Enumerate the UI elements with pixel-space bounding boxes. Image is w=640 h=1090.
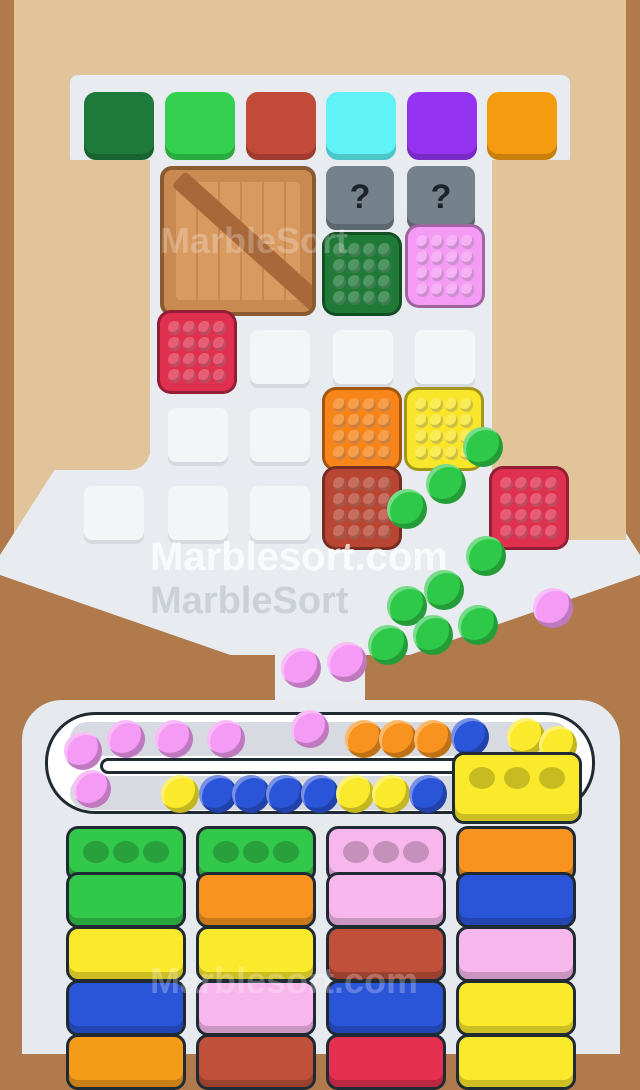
marble — [64, 732, 102, 770]
collector-box — [456, 872, 576, 928]
marble-block-orange[interactable] — [322, 387, 402, 471]
marble — [107, 720, 145, 758]
goal-tile — [246, 92, 316, 160]
marble — [409, 775, 447, 813]
goal-tile — [487, 92, 557, 160]
collector-box — [456, 980, 576, 1036]
marble — [327, 642, 367, 682]
marble — [232, 775, 270, 813]
block-marbles — [333, 398, 391, 460]
goal-tile — [165, 92, 235, 160]
marble — [207, 720, 245, 758]
block-marbles — [416, 235, 474, 297]
marble — [413, 615, 453, 655]
marble-block-red[interactable] — [489, 466, 569, 550]
collector-box — [196, 872, 316, 928]
marble — [336, 775, 374, 813]
goal-tile — [407, 92, 477, 160]
marble — [379, 720, 417, 758]
empty-cell — [168, 408, 228, 466]
goal-tile — [84, 92, 154, 160]
collector-box — [66, 872, 186, 928]
collector-box — [326, 1034, 446, 1090]
marble-block-pink[interactable] — [405, 224, 485, 308]
collector-box — [66, 1034, 186, 1090]
marble — [463, 427, 503, 467]
block-marbles — [333, 477, 391, 539]
marble — [73, 770, 111, 808]
collector-box — [326, 872, 446, 928]
marble — [266, 775, 304, 813]
empty-cell — [250, 408, 310, 466]
collector-box — [456, 926, 576, 982]
block-marbles — [500, 477, 558, 539]
goal-tile — [326, 92, 396, 160]
marble — [426, 464, 466, 504]
block-marbles — [168, 321, 226, 383]
marble — [301, 775, 339, 813]
box-holes — [83, 841, 169, 863]
box-holes — [343, 841, 429, 863]
empty-cell — [250, 330, 310, 388]
marble — [161, 775, 199, 813]
watermark-secondary: MarbleSort — [150, 580, 349, 622]
watermark-faint-bottom: Marblesort.com — [150, 960, 419, 1001]
game-scene: ? ? MarbleSort Marblesort.com MarbleSort… — [0, 0, 640, 1090]
empty-cell — [333, 330, 393, 388]
marble — [291, 710, 329, 748]
marble — [533, 588, 573, 628]
marble — [458, 605, 498, 645]
marble — [466, 536, 506, 576]
watermark-faint-top: MarbleSort — [160, 220, 349, 261]
marble-block-red[interactable] — [157, 310, 237, 394]
marble — [368, 625, 408, 665]
box-holes — [469, 767, 565, 789]
marble — [387, 489, 427, 529]
collector-box — [456, 1034, 576, 1090]
watermark-main: Marblesort.com — [150, 535, 448, 579]
empty-cell — [84, 486, 144, 544]
marble — [155, 720, 193, 758]
marble — [414, 720, 452, 758]
hidden-block-2[interactable]: ? — [407, 166, 475, 230]
marble — [424, 570, 464, 610]
empty-cell — [415, 330, 475, 388]
marble — [451, 718, 489, 756]
marble — [345, 720, 383, 758]
marble — [372, 775, 410, 813]
active-collector-box[interactable] — [452, 752, 582, 824]
marble — [281, 648, 321, 688]
left-wall — [14, 160, 150, 470]
box-holes — [213, 841, 299, 863]
collector-box — [196, 1034, 316, 1090]
